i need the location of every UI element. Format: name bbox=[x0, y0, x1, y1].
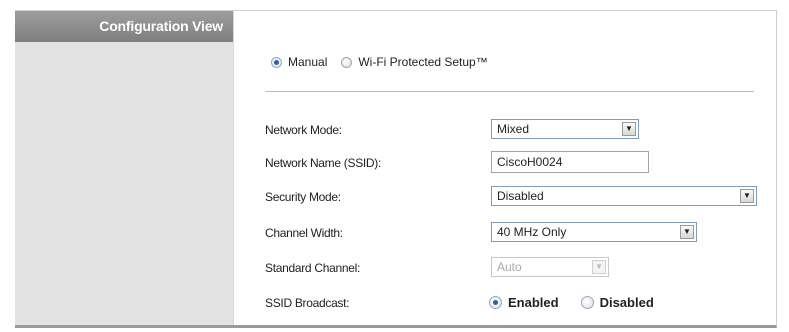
channel-width-select[interactable]: 40 MHz Only ▼ bbox=[491, 222, 697, 242]
chevron-down-icon[interactable]: ▼ bbox=[740, 189, 754, 203]
ssid-input[interactable]: CiscoH0024 bbox=[491, 151, 649, 173]
ssid-value: CiscoH0024 bbox=[497, 155, 563, 169]
broadcast-disabled-option[interactable]: Disabled bbox=[580, 295, 654, 310]
enabled-label: Enabled bbox=[508, 295, 559, 310]
security-mode-label: Security Mode: bbox=[265, 190, 341, 204]
ssid-broadcast-label: SSID Broadcast: bbox=[265, 296, 350, 310]
channel-width-value: 40 MHz Only bbox=[497, 225, 567, 239]
setup-mode-group: Manual Wi-Fi Protected Setup™ bbox=[271, 55, 488, 69]
disabled-radio[interactable] bbox=[580, 296, 594, 309]
standard-channel-label: Standard Channel: bbox=[265, 261, 360, 275]
manual-radio[interactable] bbox=[271, 56, 282, 68]
network-mode-label: Network Mode: bbox=[265, 123, 342, 137]
enabled-radio[interactable] bbox=[489, 296, 502, 309]
wps-label: Wi-Fi Protected Setup™ bbox=[358, 55, 488, 69]
security-mode-select[interactable]: Disabled ▼ bbox=[491, 186, 757, 206]
broadcast-enabled-option[interactable]: Enabled bbox=[489, 295, 559, 310]
ssid-broadcast-group: Enabled Disabled bbox=[489, 295, 676, 310]
disabled-label: Disabled bbox=[599, 295, 654, 310]
chevron-down-icon[interactable]: ▼ bbox=[622, 122, 636, 136]
network-mode-select[interactable]: Mixed ▼ bbox=[491, 119, 639, 139]
manual-label: Manual bbox=[288, 55, 328, 69]
chevron-down-icon: ▼ bbox=[592, 260, 606, 274]
wireless-settings-form: Manual Wi-Fi Protected Setup™ Network Mo… bbox=[245, 11, 776, 325]
channel-width-label: Channel Width: bbox=[265, 226, 343, 240]
standard-channel-value: Auto bbox=[497, 260, 522, 274]
wps-radio[interactable] bbox=[341, 56, 353, 68]
configuration-panel: Configuration View Manual Wi-Fi Protecte… bbox=[15, 10, 777, 328]
security-mode-value: Disabled bbox=[497, 189, 544, 203]
divider bbox=[265, 91, 754, 92]
network-mode-value: Mixed bbox=[497, 122, 530, 136]
standard-channel-select: Auto ▼ bbox=[491, 257, 609, 277]
left-sidebar: Configuration View bbox=[15, 11, 233, 325]
section-title: Configuration View bbox=[15, 11, 233, 42]
ssid-label: Network Name (SSID): bbox=[265, 156, 382, 170]
chevron-down-icon[interactable]: ▼ bbox=[680, 225, 694, 239]
